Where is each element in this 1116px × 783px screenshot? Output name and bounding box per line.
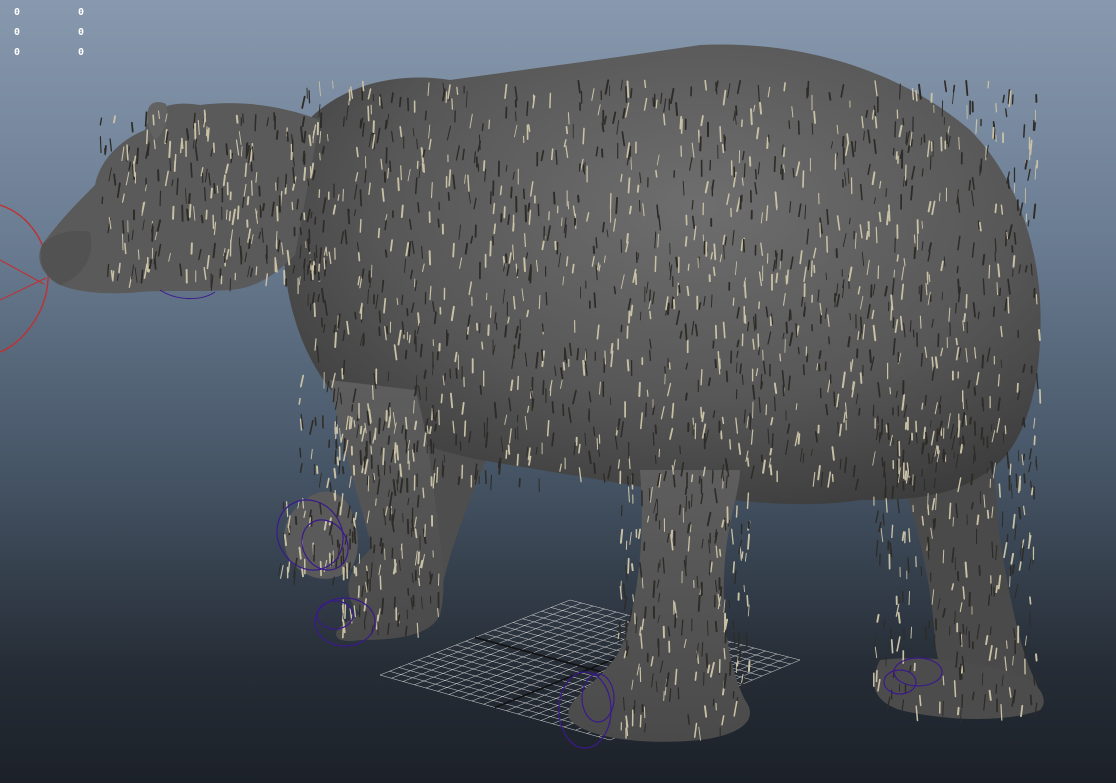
hud-value: 0 bbox=[14, 47, 21, 58]
maya-viewport[interactable]: 0 0 0 0 0 0 bbox=[0, 0, 1116, 783]
camera-ring-icon[interactable] bbox=[0, 204, 49, 353]
hud-value: 0 bbox=[14, 27, 21, 38]
bear-model[interactable] bbox=[39, 44, 1044, 742]
hud-value: 0 bbox=[14, 7, 21, 18]
jaw-control bbox=[159, 289, 216, 299]
hud-value: 0 bbox=[78, 47, 85, 58]
scene-canvas[interactable] bbox=[0, 0, 1116, 783]
hud-value: 0 bbox=[78, 27, 85, 38]
hud-readout: 0 0 0 0 0 0 bbox=[14, 5, 98, 60]
hud-value: 0 bbox=[78, 7, 85, 18]
